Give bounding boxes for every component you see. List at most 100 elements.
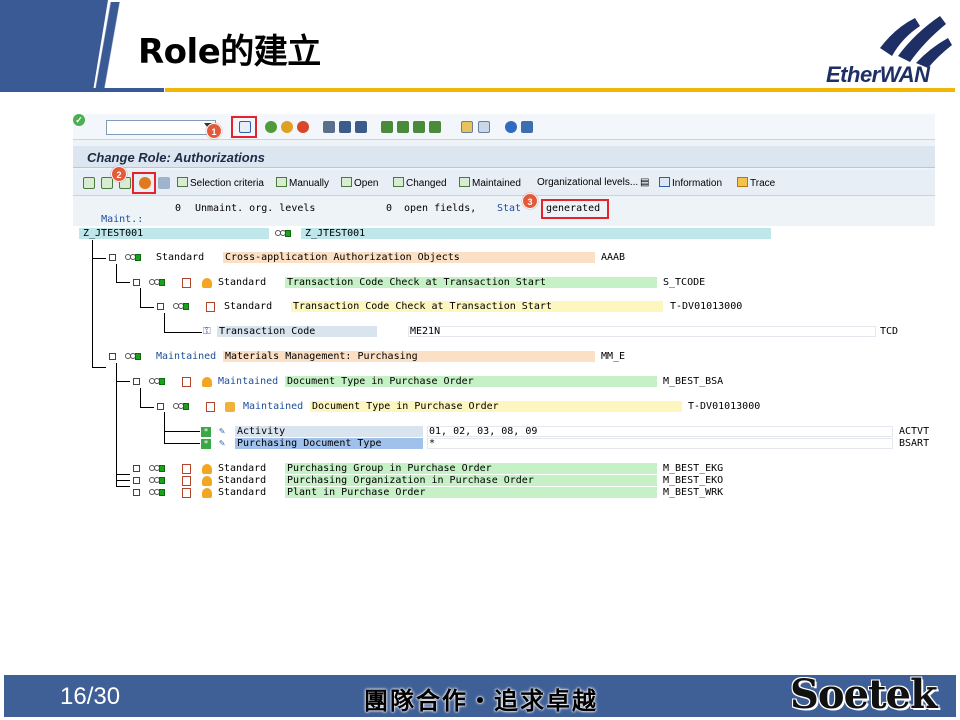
activity-label: Activity (237, 426, 286, 437)
document-icon (206, 302, 215, 312)
doctype-value-field[interactable] (427, 438, 893, 449)
generate-highlight-box (132, 172, 156, 194)
collapse-icon[interactable] (101, 177, 113, 189)
tcode-value-field[interactable] (408, 326, 876, 337)
manually-button[interactable]: Manually (276, 177, 329, 189)
last-page-icon[interactable] (429, 121, 441, 133)
expand-node-icon[interactable] (133, 465, 140, 472)
standard-class-row[interactable]: Standard Cross-application Authorization… (73, 252, 935, 264)
std-auth-kind: Standard (224, 301, 273, 312)
expand-node-icon[interactable] (133, 489, 140, 496)
maintained-object-row[interactable]: Maintained Document Type in Purchase Ord… (73, 376, 935, 388)
root-name-right: Z_JTEST001 (305, 228, 366, 239)
header-rule-gold (165, 88, 955, 92)
standard-authorization-row[interactable]: Standard Transaction Code Check at Trans… (73, 301, 935, 313)
template-icon (225, 402, 235, 412)
collapse-node-icon[interactable] (133, 378, 140, 385)
std-auth-code: T-DV01013000 (670, 301, 743, 312)
maintain-field-icon[interactable]: * (201, 439, 211, 449)
activity-field-name: ACTVT (899, 426, 930, 437)
standard-object-row[interactable]: Standard Transaction Code Check at Trans… (73, 277, 935, 289)
trace-button[interactable]: Trace (737, 177, 775, 189)
field-row-tcode[interactable]: ⚿ Transaction Code ME21N TCD (73, 326, 935, 338)
standard-object-row[interactable]: Standard Purchasing Organization in Purc… (73, 475, 935, 487)
maint-label: Maint.: (101, 214, 144, 225)
open-button[interactable]: Open (341, 177, 378, 189)
standard-toolbar: ✓ (73, 114, 935, 140)
document-icon (182, 278, 191, 288)
pencil-icon[interactable]: ✎ (219, 427, 229, 437)
trace-label: Trace (750, 178, 776, 189)
tcode-field-name: TCD (880, 326, 899, 337)
slide-title: Role的建立 (138, 32, 321, 72)
org-levels-label: Organizational levels... (537, 177, 639, 188)
previous-page-icon[interactable] (397, 121, 409, 133)
enter-check-icon[interactable]: ✓ (73, 114, 85, 126)
collapse-node-icon[interactable] (157, 403, 164, 410)
std-class-kind: Standard (156, 252, 205, 263)
pencil-icon[interactable]: ✎ (219, 439, 229, 449)
next-page-icon[interactable] (413, 121, 425, 133)
exit-icon[interactable] (281, 121, 293, 133)
collapse-node-icon[interactable] (109, 254, 116, 261)
document-icon (182, 464, 191, 474)
bottom-code: M_BEST_EKG (663, 463, 724, 474)
changed-icon (393, 177, 404, 187)
back-icon[interactable] (265, 121, 277, 133)
unmaint-label: Unmaint. org. levels (195, 203, 316, 214)
print-icon[interactable] (323, 121, 335, 133)
collapse-node-icon[interactable] (133, 279, 140, 286)
collapse-node-icon[interactable] (157, 303, 164, 310)
field-row-activity[interactable]: * ✎ Activity 01, 02, 03, 08, 09 ACTVT (73, 426, 935, 438)
traffic-light-icon (149, 489, 165, 497)
selection-criteria-button[interactable]: Selection criteria (177, 177, 264, 189)
open-label: open fields, (404, 203, 477, 214)
cancel-icon[interactable] (297, 121, 309, 133)
bottom-text: Purchasing Group in Purchase Order (287, 463, 492, 474)
maintained-class-row[interactable]: Maintained Materials Management: Purchas… (73, 351, 935, 363)
find-icon[interactable] (339, 121, 351, 133)
field-row-doctype[interactable]: * ✎ Purchasing Document Type * BSART (73, 438, 935, 450)
new-session-icon[interactable] (461, 121, 473, 133)
expand-icon[interactable] (83, 177, 95, 189)
layout-menu-icon[interactable] (521, 121, 533, 133)
user-icon (202, 476, 212, 486)
standard-object-row[interactable]: Standard Plant in Purchase Order M_BEST_… (73, 487, 935, 499)
slide-footer: 16/30 團隊合作・追求卓越 Soetek (4, 671, 956, 718)
org-levels-button[interactable]: Organizational levels... (537, 177, 638, 188)
trace-icon (737, 177, 748, 187)
maintain-field-icon[interactable]: * (201, 427, 211, 437)
collapse-node-icon[interactable] (109, 353, 116, 360)
bottom-kind: Standard (218, 487, 267, 498)
key-icon: ⚿ (203, 326, 211, 337)
mm-class-code: MM_E (601, 351, 626, 362)
maintained-authorization-row[interactable]: Maintained Document Type in Purchase Ord… (73, 401, 935, 413)
maintained-button[interactable]: Maintained (459, 177, 521, 189)
information-label: Information (672, 178, 723, 189)
find-next-icon[interactable] (355, 121, 367, 133)
document-icon (182, 377, 191, 387)
expand-node-icon[interactable] (133, 477, 140, 484)
user-icon (202, 278, 212, 288)
changed-button[interactable]: Changed (393, 177, 447, 189)
status-highlight-box (541, 199, 609, 219)
legend-icon[interactable]: ▤ (640, 177, 649, 188)
footer-slogan: 團隊合作・追求卓越 (364, 686, 598, 715)
mm-auth-kind: Maintained (243, 401, 304, 412)
selection-criteria-icon (177, 177, 188, 187)
first-page-icon[interactable] (381, 121, 393, 133)
command-field[interactable] (106, 120, 216, 135)
bottom-code: M_BEST_EKO (663, 475, 724, 486)
changed-label: Changed (406, 178, 447, 189)
manually-label: Manually (289, 178, 330, 189)
mm-auth-text: Document Type in Purchase Order (312, 401, 499, 412)
document-icon (182, 488, 191, 498)
shortcut-icon[interactable] (478, 121, 490, 133)
std-obj-code: S_TCODE (663, 277, 706, 288)
mm-class-text: Materials Management: Purchasing (225, 351, 418, 362)
delete-icon[interactable] (158, 177, 170, 189)
information-button[interactable]: Information (659, 177, 722, 189)
tcode-value: ME21N (410, 326, 441, 337)
standard-object-row[interactable]: Standard Purchasing Group in Purchase Or… (73, 463, 935, 475)
help-icon[interactable] (505, 121, 517, 133)
